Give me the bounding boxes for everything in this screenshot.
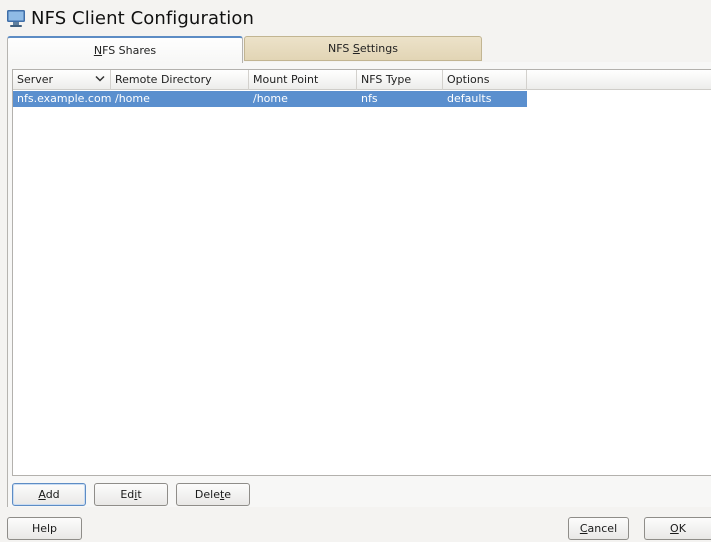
cell-remote-directory: /home: [115, 92, 150, 105]
help-button[interactable]: Help: [7, 517, 82, 540]
delete-button[interactable]: Delete: [176, 483, 250, 506]
column-header-server[interactable]: Server: [13, 70, 111, 90]
column-header-options[interactable]: Options: [443, 70, 527, 90]
tab-nfs-settings[interactable]: NFS Settings: [244, 36, 482, 61]
monitor-icon: [7, 10, 25, 27]
cell-nfs-type: nfs: [361, 92, 378, 105]
ok-button[interactable]: OK: [644, 517, 711, 540]
window-title-bar: NFS Client Configuration: [6, 6, 254, 30]
ok-button-label: OK: [670, 522, 686, 535]
help-button-label: Help: [31, 522, 58, 535]
cell-mount-point: /home: [253, 92, 288, 105]
cell-server: nfs.example.com: [17, 92, 111, 105]
tab-nfs-shares[interactable]: NFS Shares: [7, 36, 243, 63]
edit-button[interactable]: Edit: [94, 483, 168, 506]
table-row[interactable]: nfs.example.com /home /home nfs defaults: [13, 91, 527, 107]
delete-button-label: Delete: [194, 488, 232, 501]
add-button[interactable]: Add: [12, 483, 86, 506]
add-button-label: Add: [38, 488, 60, 501]
table-header: Server Remote Directory Mount Point NFS …: [13, 70, 711, 90]
cancel-button[interactable]: Cancel: [568, 517, 629, 540]
chevron-down-icon: [95, 75, 105, 82]
tab-label: NFS Shares: [93, 44, 157, 57]
cell-options: defaults: [447, 92, 492, 105]
tab-label: NFS Settings: [328, 42, 398, 55]
page-title: NFS Client Configuration: [31, 7, 254, 29]
column-header-nfs-type[interactable]: NFS Type: [357, 70, 443, 90]
column-header-mount-point[interactable]: Mount Point: [249, 70, 357, 90]
cancel-button-label: Cancel: [579, 522, 618, 535]
column-header-remote-directory[interactable]: Remote Directory: [111, 70, 249, 90]
edit-button-label: Edit: [120, 488, 142, 501]
nfs-shares-table[interactable]: Server Remote Directory Mount Point NFS …: [12, 69, 711, 476]
